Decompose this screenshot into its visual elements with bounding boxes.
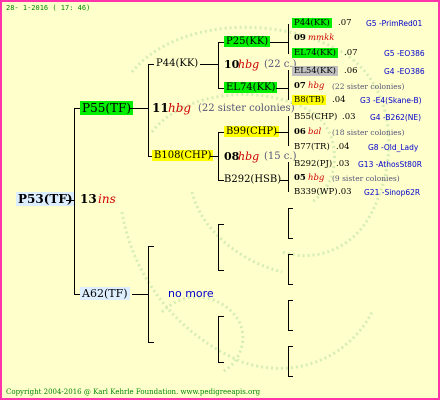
el74-bracket bbox=[288, 70, 289, 100]
connector bbox=[218, 224, 224, 225]
gen4-source[interactable]: G21 -Sinop62R bbox=[364, 188, 420, 197]
connector bbox=[270, 42, 288, 43]
parent-upper-siblings: (22 sister colonies) bbox=[198, 103, 295, 114]
gen4-id[interactable]: B55(CHP) bbox=[294, 112, 337, 122]
gen3-b99-note: hbg bbox=[238, 150, 260, 163]
connector bbox=[130, 108, 148, 109]
pedigree-frame: { "header": { "date": "28- 1-2016 ( 17: … bbox=[0, 0, 440, 400]
gen4-source[interactable]: G4 -B262(NE) bbox=[370, 113, 421, 122]
root-id[interactable]: P53(TF) bbox=[16, 192, 75, 206]
gen4-source[interactable]: G5 -PrimRed01 bbox=[366, 19, 422, 28]
connector bbox=[218, 362, 224, 363]
gen4-source[interactable]: G8 -Old_Lady bbox=[368, 143, 418, 152]
parent-upper-note: hbg bbox=[168, 101, 192, 115]
gen4-note: hbg bbox=[308, 81, 325, 91]
connector bbox=[288, 300, 293, 301]
b108-bracket bbox=[218, 132, 219, 180]
parent-lower-id[interactable]: A62(TF) bbox=[80, 287, 130, 300]
gen4-source[interactable]: G5 -EO386 bbox=[384, 49, 425, 58]
gen2-p44-id[interactable]: P44(KK) bbox=[156, 58, 198, 69]
connector bbox=[148, 342, 154, 343]
parent-upper-id[interactable]: P55(TF) bbox=[80, 101, 134, 115]
connector bbox=[148, 246, 154, 247]
gen4-note: bal bbox=[308, 127, 322, 137]
connector bbox=[132, 294, 148, 295]
connector bbox=[66, 200, 74, 201]
connector bbox=[276, 88, 288, 89]
empty-bracket bbox=[288, 346, 289, 376]
p25-bracket bbox=[288, 24, 289, 54]
gen3-b292-id[interactable]: B292(HSB) bbox=[224, 174, 281, 185]
gen4-gen: 05 bbox=[294, 173, 306, 183]
connector bbox=[276, 132, 288, 133]
gen2-b108-id[interactable]: B108(CHP) bbox=[152, 150, 214, 161]
connector bbox=[218, 270, 224, 271]
gen4-source[interactable]: G13 -AthosSt80R bbox=[358, 160, 422, 169]
gen4-id[interactable]: B77(TR) bbox=[294, 142, 330, 152]
gen4-id[interactable]: EL54(KK) bbox=[292, 66, 338, 76]
gen4-source[interactable]: G3 -E4(Skane-B) bbox=[360, 96, 422, 105]
gen3-p25-note: hbg bbox=[238, 58, 260, 71]
connector bbox=[288, 254, 293, 255]
gen4-note: hbg bbox=[308, 173, 325, 183]
empty-bracket bbox=[288, 208, 289, 238]
root-gen: 13 bbox=[80, 192, 97, 206]
empty-bracket bbox=[288, 254, 289, 284]
gen4-id[interactable]: EL74(KK) bbox=[292, 48, 338, 58]
connector bbox=[200, 64, 218, 65]
connector bbox=[288, 376, 293, 377]
connector bbox=[288, 208, 293, 209]
b292-bracket bbox=[288, 162, 289, 192]
p44-bracket bbox=[218, 42, 219, 88]
gen4-year: .03 bbox=[336, 159, 350, 169]
connector bbox=[288, 238, 293, 239]
empty-bracket bbox=[288, 300, 289, 330]
gen4-year: .04 bbox=[332, 95, 346, 105]
gen4-year: .07 bbox=[338, 18, 352, 28]
connector bbox=[288, 284, 293, 285]
upper-bracket bbox=[148, 64, 149, 156]
gen4-source[interactable]: G4 -EO386 bbox=[384, 67, 425, 76]
gen4-year: .03 bbox=[342, 112, 356, 122]
empty-bracket bbox=[218, 224, 219, 270]
connector bbox=[288, 330, 293, 331]
gen4-id[interactable]: B339(WP) bbox=[294, 187, 338, 197]
gen4-year: .07 bbox=[344, 48, 358, 58]
gen4-note: mmkk bbox=[308, 33, 335, 43]
gen3-b99-id[interactable]: B99(CHP) bbox=[224, 126, 279, 137]
gen4-siblings: (9 sister colonies) bbox=[332, 174, 400, 183]
b99-bracket bbox=[288, 116, 289, 146]
root-note: ins bbox=[98, 192, 116, 206]
timestamp: 28- 1-2016 ( 17: 46) bbox=[6, 4, 91, 12]
parent-upper-gen: 11 bbox=[152, 101, 169, 115]
root-bracket bbox=[74, 108, 75, 294]
gen4-year: .04 bbox=[336, 142, 350, 152]
gen4-gen: 06 bbox=[294, 127, 306, 137]
no-more-label: no more bbox=[168, 287, 214, 300]
gen3-el74-id[interactable]: EL74(KK) bbox=[224, 82, 278, 93]
gen4-gen: 07 bbox=[294, 81, 306, 91]
gen4-id[interactable]: B292(PJ) bbox=[294, 159, 332, 169]
gen3-p25-id[interactable]: P25(KK) bbox=[224, 36, 271, 47]
connector bbox=[218, 316, 224, 317]
gen4-siblings: (18 sister colonies) bbox=[332, 128, 405, 137]
connector bbox=[210, 156, 218, 157]
gen4-id[interactable]: B8(TB) bbox=[292, 95, 327, 105]
empty-bracket bbox=[218, 316, 219, 362]
gen4-id[interactable]: P44(KK) bbox=[292, 18, 332, 28]
connector bbox=[280, 180, 288, 181]
gen4-year: .03 bbox=[338, 187, 352, 197]
footer-copyright: Copyright 2004-2016 @ Karl Kehrle Founda… bbox=[6, 388, 261, 396]
connector bbox=[148, 64, 154, 65]
lower-bracket bbox=[148, 246, 149, 342]
connector bbox=[288, 346, 293, 347]
gen4-year: .06 bbox=[344, 66, 358, 76]
gen4-siblings: (22 sister colonies) bbox=[332, 82, 405, 91]
gen3-b99-siblings: (15 c.) bbox=[264, 151, 297, 162]
gen4-gen: 09 bbox=[294, 33, 306, 43]
